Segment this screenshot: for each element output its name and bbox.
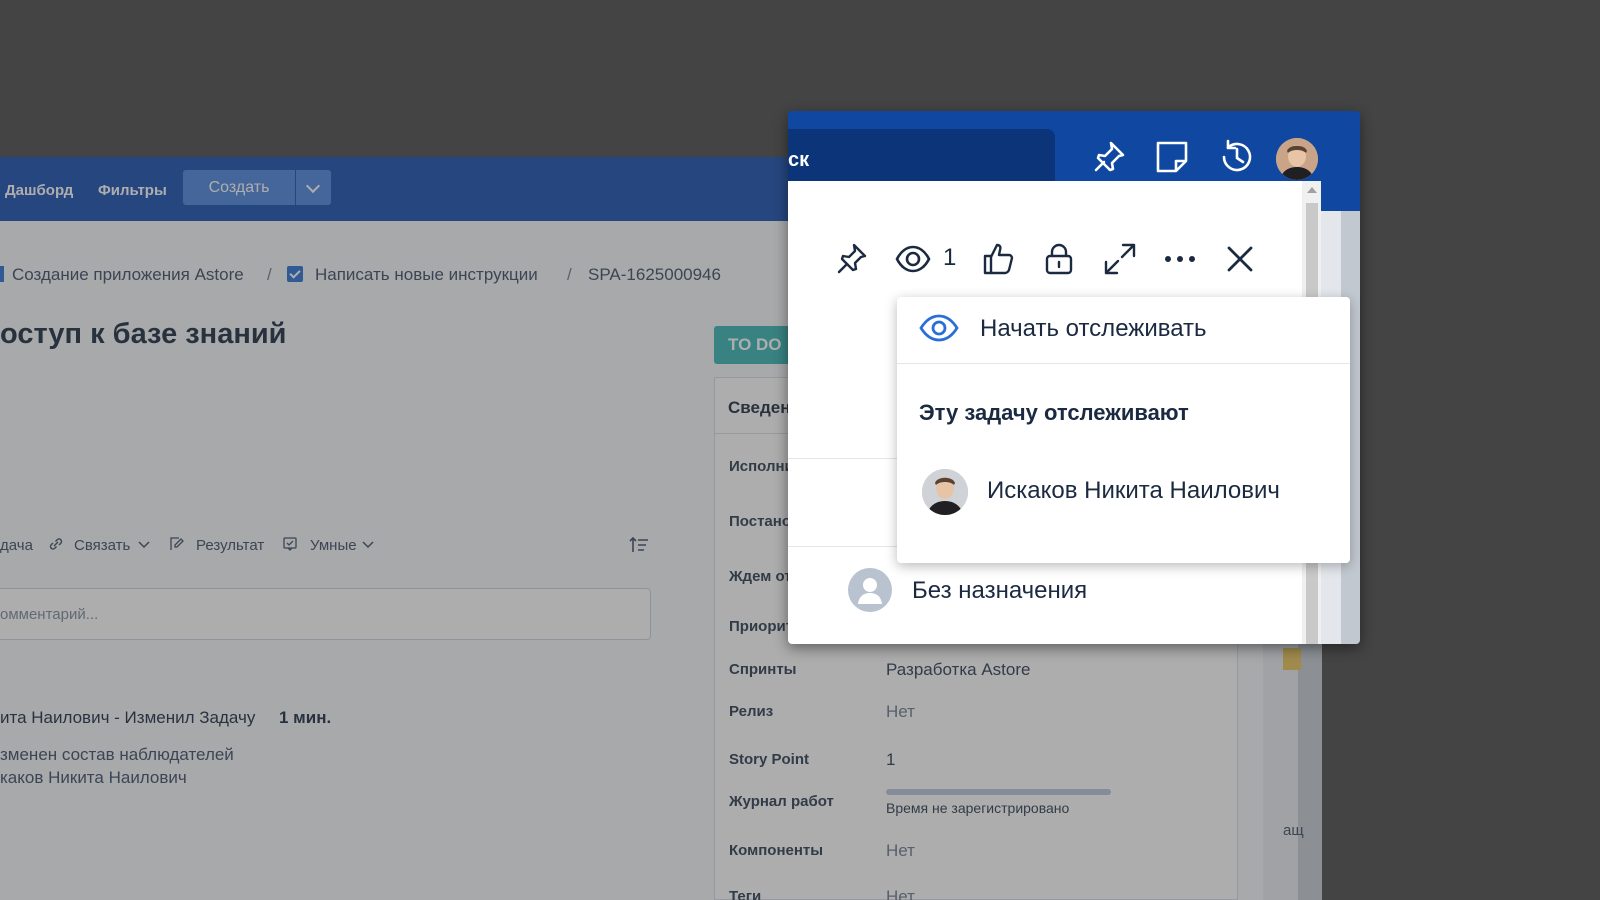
like-icon[interactable] [981, 241, 1017, 277]
avatar-image [922, 469, 968, 515]
start-watching-button[interactable]: Начать отслеживать [980, 315, 1207, 343]
note-icon[interactable] [1152, 137, 1192, 177]
watcher-name[interactable]: Искаков Никита Наилович [987, 477, 1280, 505]
watch-eye-icon[interactable] [895, 241, 931, 277]
scroll-up-arrow-icon[interactable] [1307, 187, 1317, 193]
lock-icon[interactable] [1041, 241, 1077, 277]
watchers-dropdown: Начать отслеживать Эту задачу отслеживаю… [897, 297, 1350, 563]
unassigned-avatar-icon [848, 568, 892, 612]
watchers-heading: Эту задачу отслеживают [919, 400, 1189, 425]
assignee-value[interactable]: Без назначения [912, 577, 1087, 605]
divider [897, 363, 1350, 364]
more-icon[interactable] [1162, 241, 1198, 277]
search-field[interactable] [788, 129, 1055, 185]
person-icon [858, 578, 882, 604]
pin-icon[interactable] [834, 241, 870, 277]
watcher-avatar [922, 469, 968, 515]
eye-icon [919, 314, 959, 342]
pin-icon[interactable] [1089, 137, 1129, 177]
user-avatar[interactable] [1276, 138, 1318, 180]
history-icon[interactable] [1216, 137, 1256, 177]
expand-icon[interactable] [1102, 241, 1138, 277]
close-icon[interactable] [1222, 241, 1258, 277]
watch-count[interactable]: 1 [943, 244, 956, 272]
search-text: ск [788, 149, 810, 171]
avatar-image [1276, 138, 1318, 180]
